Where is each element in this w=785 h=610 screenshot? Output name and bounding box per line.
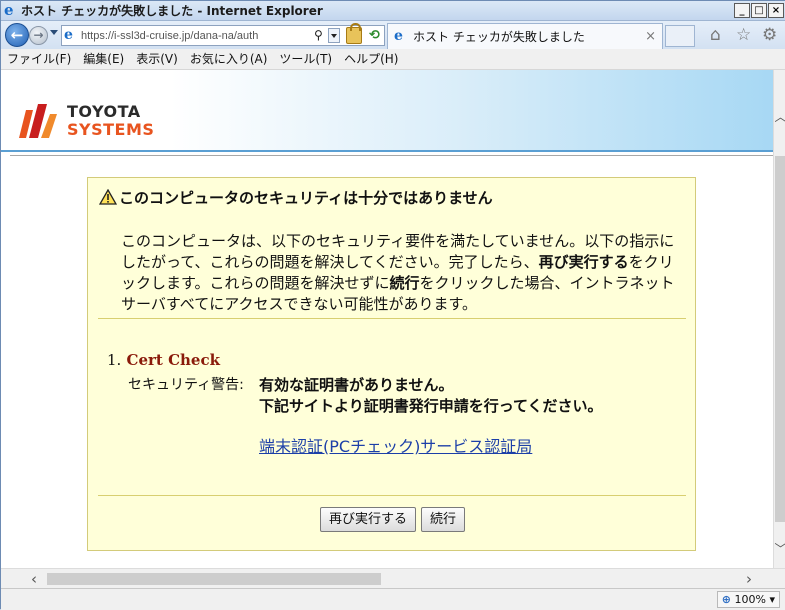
retry-button[interactable]: 再び実行する bbox=[320, 507, 417, 532]
menu-file[interactable]: ファイル(F) bbox=[1, 49, 77, 69]
check-item-title: 1. Cert Check bbox=[107, 350, 220, 370]
refresh-icon[interactable]: ⟲ bbox=[366, 27, 383, 44]
scroll-down-icon[interactable]: ﹀ bbox=[774, 542, 785, 556]
address-dropdown-icon[interactable] bbox=[328, 28, 340, 43]
check-name: Cert Check bbox=[126, 351, 220, 369]
window-controls: _ □ × bbox=[733, 3, 784, 18]
panel-divider bbox=[98, 495, 686, 496]
vertical-scroll-thumb[interactable] bbox=[775, 156, 785, 522]
menu-favorites[interactable]: お気に入り(A) bbox=[184, 49, 274, 69]
certificate-authority-link[interactable]: 端末認証(PCチェック)サービス認証局 bbox=[259, 436, 532, 458]
divider bbox=[10, 155, 773, 156]
close-button[interactable]: × bbox=[768, 3, 784, 18]
maximize-button[interactable]: □ bbox=[751, 3, 767, 18]
scroll-left-icon[interactable]: ‹ bbox=[31, 571, 37, 587]
menu-tools[interactable]: ツール(T) bbox=[273, 49, 338, 69]
new-tab-button[interactable] bbox=[665, 25, 695, 47]
scroll-right-icon[interactable]: › bbox=[746, 571, 752, 587]
forward-icon[interactable]: → bbox=[29, 26, 48, 45]
ie-logo-icon: e bbox=[4, 1, 14, 19]
page-viewport: TOYOTA SYSTEMS このコンピュータのセキュリティは十分ではありません… bbox=[1, 70, 773, 568]
gear-icon[interactable]: ⚙ bbox=[762, 26, 777, 45]
logo-text-toyota: TOYOTA bbox=[67, 102, 141, 121]
menu-bar: ファイル(F) 編集(E) 表示(V) お気に入り(A) ツール(T) ヘルプ(… bbox=[1, 49, 785, 70]
browser-window: e ホスト チェッカが失敗しました - Internet Explorer _ … bbox=[0, 0, 785, 610]
horizontal-scroll-thumb[interactable] bbox=[47, 573, 381, 585]
scroll-up-icon[interactable]: ︿ bbox=[774, 110, 785, 124]
zoom-level: 100% bbox=[734, 593, 766, 606]
panel-divider bbox=[98, 318, 686, 319]
action-buttons: 再び実行する 続行 bbox=[320, 507, 466, 532]
continue-button[interactable]: 続行 bbox=[421, 507, 466, 532]
security-warning-panel: このコンピュータのセキュリティは十分ではありません このコンピュータは、以下のセ… bbox=[87, 177, 696, 551]
address-url[interactable]: https://i-ssl3d-cruise.jp/dana-na/auth bbox=[81, 29, 309, 43]
panel-message: このコンピュータは、以下のセキュリティ要件を満たしていません。以下の指示にしたが… bbox=[121, 231, 681, 315]
zoom-control[interactable]: ⊕ 100% ▾ bbox=[716, 591, 780, 608]
vertical-scrollbar[interactable]: ︿ ﹀ bbox=[773, 70, 785, 568]
message-retry-emphasis: 再び実行する bbox=[538, 253, 629, 271]
logo-text-systems: SYSTEMS bbox=[67, 120, 155, 139]
tab-title: ホスト チェッカが失敗しました bbox=[413, 30, 585, 44]
navigation-bar: ← → e https://i-ssl3d-cruise.jp/dana-na/… bbox=[1, 21, 785, 49]
security-warning-text: 有効な証明書がありません。 下記サイトより証明書発行申請を行ってください。 bbox=[259, 375, 603, 417]
window-title: ホスト チェッカが失敗しました - Internet Explorer bbox=[21, 4, 323, 18]
tab-current[interactable]: e ホスト チェッカが失敗しました × bbox=[387, 23, 663, 49]
title-bar: e ホスト チェッカが失敗しました - Internet Explorer _ … bbox=[1, 1, 785, 21]
message-continue-emphasis: 続行 bbox=[389, 274, 420, 292]
toyota-systems-logo-icon bbox=[19, 104, 57, 138]
zoom-icon: ⊕ bbox=[721, 593, 732, 606]
horizontal-scrollbar[interactable]: ‹ › bbox=[1, 568, 785, 588]
panel-heading: このコンピュータのセキュリティは十分ではありません bbox=[99, 188, 493, 208]
address-bar[interactable]: e https://i-ssl3d-cruise.jp/dana-na/auth… bbox=[61, 23, 385, 46]
check-number: 1. bbox=[107, 351, 122, 369]
search-icon[interactable]: ⚲ bbox=[314, 27, 323, 44]
site-banner: TOYOTA SYSTEMS bbox=[1, 70, 773, 152]
security-warning-label: セキュリティ警告: bbox=[128, 377, 244, 393]
menu-help[interactable]: ヘルプ(H) bbox=[338, 49, 404, 69]
warning-line: 有効な証明書がありません。 bbox=[259, 376, 454, 394]
minimize-button[interactable]: _ bbox=[734, 3, 750, 18]
warning-icon bbox=[99, 189, 117, 205]
star-icon[interactable]: ☆ bbox=[736, 26, 751, 45]
back-icon[interactable]: ← bbox=[5, 23, 29, 47]
tab-ie-icon: e bbox=[394, 28, 403, 44]
warning-line: 下記サイトより証明書発行申請を行ってください。 bbox=[259, 397, 603, 415]
menu-edit[interactable]: 編集(E) bbox=[77, 49, 130, 69]
history-dropdown-icon[interactable] bbox=[50, 30, 58, 35]
page-ie-icon: e bbox=[64, 27, 73, 43]
panel-title: このコンピュータのセキュリティは十分ではありません bbox=[119, 189, 493, 207]
lock-icon[interactable] bbox=[346, 23, 362, 44]
home-icon[interactable]: ⌂ bbox=[710, 26, 721, 45]
menu-view[interactable]: 表示(V) bbox=[130, 49, 184, 69]
tab-close-icon[interactable]: × bbox=[645, 29, 656, 44]
status-bar: ⊕ 100% ▾ bbox=[1, 588, 785, 610]
